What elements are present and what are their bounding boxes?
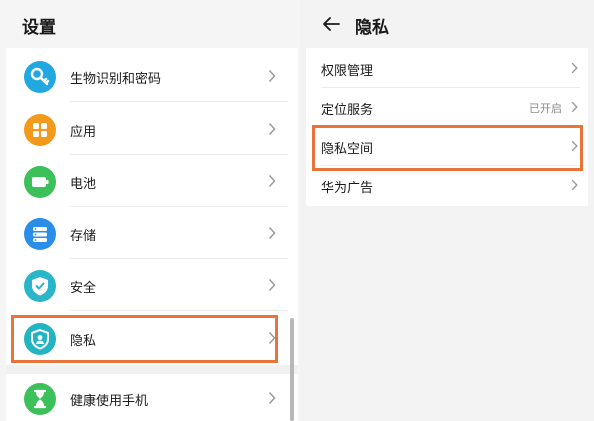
chevron-right-icon <box>268 174 276 188</box>
settings-item-battery[interactable]: 电池 <box>6 157 298 207</box>
privacy-item-huawei-ads[interactable]: 华为广告 <box>306 166 588 205</box>
divider <box>70 258 288 259</box>
chevron-right-icon <box>268 278 276 292</box>
highlight-box-privacy <box>11 315 278 363</box>
apps-grid-icon <box>24 114 56 146</box>
settings-item-label: 存储 <box>70 229 97 244</box>
chevron-right-icon <box>268 226 276 240</box>
storage-icon <box>24 218 56 250</box>
page-title: 隐私 <box>355 18 389 38</box>
shield-check-icon <box>24 270 56 302</box>
settings-item-label: 健康使用手机 <box>70 394 149 409</box>
settings-item-digital-balance[interactable]: 健康使用手机 <box>6 374 298 421</box>
privacy-item-label: 定位服务 <box>321 103 374 118</box>
settings-item-apps[interactable]: 应用 <box>6 105 298 155</box>
divider <box>70 206 288 207</box>
settings-panel: 设置 生物识别和密码 应用 电池 存储 安全 隐私 健康使用手机 <box>0 0 300 421</box>
chevron-right-icon <box>571 101 578 113</box>
page-title: 设置 <box>22 18 56 38</box>
scrollbar[interactable] <box>290 318 294 421</box>
chevron-right-icon <box>571 62 578 74</box>
settings-item-label: 电池 <box>70 177 97 192</box>
settings-item-label: 安全 <box>70 281 97 296</box>
settings-item-security[interactable]: 安全 <box>6 261 298 311</box>
divider <box>70 154 288 155</box>
status-value: 已开启 <box>529 102 562 115</box>
privacy-item-label: 华为广告 <box>321 181 374 196</box>
chevron-right-icon <box>268 122 276 136</box>
back-arrow-icon[interactable] <box>322 16 340 32</box>
section-gap <box>6 365 298 374</box>
settings-item-label: 应用 <box>70 125 97 140</box>
hourglass-icon <box>24 383 56 415</box>
divider <box>70 101 288 102</box>
battery-icon <box>24 166 56 198</box>
key-icon <box>24 61 56 93</box>
highlight-box-private-space <box>312 125 583 171</box>
settings-item-storage[interactable]: 存储 <box>6 209 298 259</box>
divider <box>70 310 288 311</box>
chevron-right-icon <box>268 391 276 405</box>
chevron-right-icon <box>571 179 578 191</box>
privacy-item-location-services[interactable]: 定位服务 已开启 <box>306 88 588 127</box>
privacy-item-permission-manager[interactable]: 权限管理 <box>306 49 588 88</box>
chevron-right-icon <box>268 69 276 83</box>
screen: 设置 生物识别和密码 应用 电池 存储 安全 隐私 健康使用手机 隐私 权限管理… <box>0 0 594 421</box>
privacy-item-label: 权限管理 <box>321 64 374 79</box>
privacy-panel: 隐私 权限管理 定位服务 已开启 隐私空间 华为广告 <box>300 0 594 421</box>
settings-item-biometrics[interactable]: 生物识别和密码 <box>6 52 298 102</box>
settings-item-label: 生物识别和密码 <box>70 72 162 87</box>
